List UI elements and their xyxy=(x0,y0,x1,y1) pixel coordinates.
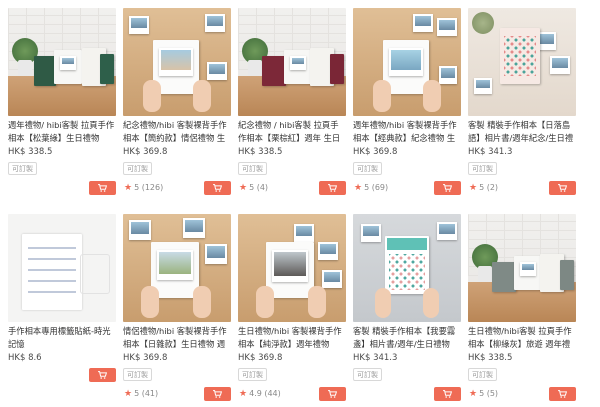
product-card[interactable]: 生日禮物/hibi客製 拉頁手作相本【柳綠灰】旅遊 週年禮物 HK$ 338.5… xyxy=(468,214,576,402)
product-name[interactable]: 生日禮物/hibi 客製裸背手作相本【純淨款】週年禮物 xyxy=(238,325,346,350)
add-to-cart-button[interactable] xyxy=(319,181,346,195)
customizable-badge: 可訂製 xyxy=(238,162,267,175)
customizable-badge: 可訂製 xyxy=(238,368,267,381)
product-name[interactable]: 紀念禮物/hibi 客製裸背手作相本【簡約款】情侶禮物 生日... xyxy=(123,119,231,144)
product-image[interactable] xyxy=(238,214,346,322)
cart-icon xyxy=(558,390,567,398)
product-card[interactable]: 客製 精裝手作相本【我要霧盞】相片書/週年/生日禮物 HK$ 341.3 可訂製 xyxy=(353,214,461,402)
product-card[interactable]: 週年禮物/hibi 客製裸背手作相本【經典款】紀念禮物 生日... HK$ 36… xyxy=(353,8,461,196)
add-to-cart-button[interactable] xyxy=(549,387,576,401)
product-card[interactable]: 客製 精裝手作相本【日落島語】相片書/週年紀念/生日禮物 HK$ 341.3 可… xyxy=(468,8,576,196)
product-price: HK$ 369.8 xyxy=(353,147,398,157)
rating: ★ 5 (126) xyxy=(124,183,163,193)
cart-icon xyxy=(213,390,222,398)
add-to-cart-button[interactable] xyxy=(434,181,461,195)
product-image[interactable] xyxy=(468,8,576,116)
rating-text: 5 (2) xyxy=(479,183,499,192)
product-price: HK$ 369.8 xyxy=(238,353,283,363)
product-price: HK$ 338.5 xyxy=(8,147,53,157)
customizable-badge: 可訂製 xyxy=(123,162,152,175)
star-icon: ★ xyxy=(124,389,133,399)
rating-text: 5 (5) xyxy=(479,389,499,398)
add-to-cart-button[interactable] xyxy=(204,387,231,401)
product-name[interactable]: 生日禮物/hibi客製 拉頁手作相本【柳綠灰】旅遊 週年禮物 xyxy=(468,325,576,350)
product-card[interactable]: 生日禮物/hibi 客製裸背手作相本【純淨款】週年禮物 HK$ 369.8 可訂… xyxy=(238,214,346,402)
star-icon: ★ xyxy=(239,183,248,193)
cart-icon xyxy=(213,184,222,192)
rating: ★ 5 (5) xyxy=(469,389,498,399)
customizable-badge: 可訂製 xyxy=(123,368,152,381)
cart-icon xyxy=(443,390,452,398)
add-to-cart-button[interactable] xyxy=(549,181,576,195)
add-to-cart-button[interactable] xyxy=(89,368,116,382)
add-to-cart-button[interactable] xyxy=(434,387,461,401)
product-price: HK$ 341.3 xyxy=(468,147,513,157)
product-image[interactable] xyxy=(238,8,346,116)
product-name[interactable]: 情侶禮物/hibi 客製裸背手作相本【日雜款】生日禮物 週年... xyxy=(123,325,231,350)
product-name[interactable]: 客製 精裝手作相本【我要霧盞】相片書/週年/生日禮物 xyxy=(353,325,461,350)
cart-icon xyxy=(98,184,107,192)
product-image[interactable] xyxy=(8,8,116,116)
customizable-badge: 可訂製 xyxy=(468,162,497,175)
product-card[interactable]: 週年禮物/ hibi客製 拉頁手作相本【松葉綠】生日禮物 HK$ 338.5 可… xyxy=(8,8,116,196)
star-icon: ★ xyxy=(469,183,478,193)
rating: ★ 5 (2) xyxy=(469,183,498,193)
product-image[interactable] xyxy=(8,214,116,322)
rating: ★ 4.9 (44) xyxy=(239,389,281,399)
rating-text: 5 (41) xyxy=(134,389,159,398)
product-price: HK$ 8.6 xyxy=(8,353,42,363)
product-grid: 週年禮物/ hibi客製 拉頁手作相本【松葉綠】生日禮物 HK$ 338.5 可… xyxy=(0,0,600,407)
product-price: HK$ 369.8 xyxy=(123,353,168,363)
product-name[interactable]: 客製 精裝手作相本【日落島語】相片書/週年紀念/生日禮物 xyxy=(468,119,576,144)
product-price: HK$ 341.3 xyxy=(353,353,398,363)
star-icon: ★ xyxy=(124,183,133,193)
cart-icon xyxy=(98,371,107,379)
star-icon: ★ xyxy=(354,183,363,193)
rating: ★ 5 (69) xyxy=(354,183,388,193)
rating-text: 5 (126) xyxy=(134,183,164,192)
product-name[interactable]: 手作相本專用標籤貼紙-時光記憶 xyxy=(8,325,116,350)
product-card[interactable]: 紀念禮物/hibi 客製裸背手作相本【簡約款】情侶禮物 生日... HK$ 36… xyxy=(123,8,231,196)
cart-icon xyxy=(328,184,337,192)
product-card[interactable]: 紀念禮物 / hibi客製 拉頁手作相本【栗棕紅】週年 生日禮物 HK$ 338… xyxy=(238,8,346,196)
product-image[interactable] xyxy=(123,8,231,116)
product-price: HK$ 338.5 xyxy=(468,353,513,363)
star-icon: ★ xyxy=(239,389,248,399)
rating-text: 5 (4) xyxy=(249,183,269,192)
cart-icon xyxy=(328,390,337,398)
customizable-badge: 可訂製 xyxy=(468,368,497,381)
product-image[interactable] xyxy=(123,214,231,322)
rating-text: 4.9 (44) xyxy=(249,389,281,398)
cart-icon xyxy=(558,184,567,192)
add-to-cart-button[interactable] xyxy=(89,181,116,195)
product-card[interactable]: 情侶禮物/hibi 客製裸背手作相本【日雜款】生日禮物 週年... HK$ 36… xyxy=(123,214,231,402)
add-to-cart-button[interactable] xyxy=(204,181,231,195)
product-image[interactable] xyxy=(353,8,461,116)
product-image[interactable] xyxy=(353,214,461,322)
product-price: HK$ 369.8 xyxy=(123,147,168,157)
product-image[interactable] xyxy=(468,214,576,322)
rating: ★ 5 (41) xyxy=(124,389,158,399)
rating-text: 5 (69) xyxy=(364,183,389,192)
rating: ★ 5 (4) xyxy=(239,183,268,193)
product-card[interactable]: 手作相本專用標籤貼紙-時光記憶 HK$ 8.6 xyxy=(8,214,116,383)
customizable-badge: 可訂製 xyxy=(8,162,37,175)
customizable-badge: 可訂製 xyxy=(353,162,382,175)
product-price: HK$ 338.5 xyxy=(238,147,283,157)
add-to-cart-button[interactable] xyxy=(319,387,346,401)
product-name[interactable]: 週年禮物/ hibi客製 拉頁手作相本【松葉綠】生日禮物 xyxy=(8,119,116,144)
product-name[interactable]: 紀念禮物 / hibi客製 拉頁手作相本【栗棕紅】週年 生日禮物 xyxy=(238,119,346,144)
cart-icon xyxy=(443,184,452,192)
product-name[interactable]: 週年禮物/hibi 客製裸背手作相本【經典款】紀念禮物 生日... xyxy=(353,119,461,144)
star-icon: ★ xyxy=(469,389,478,399)
customizable-badge: 可訂製 xyxy=(353,368,382,381)
